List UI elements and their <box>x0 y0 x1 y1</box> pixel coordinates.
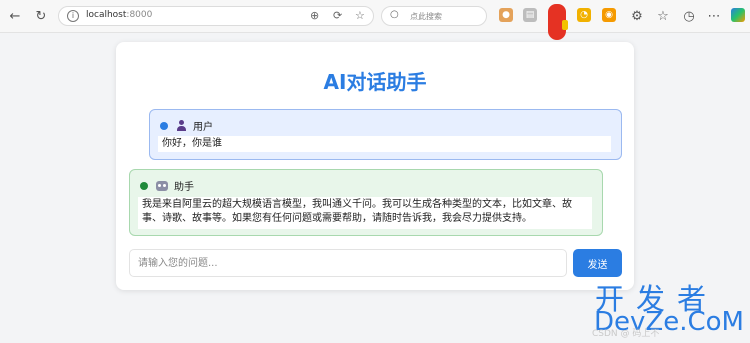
user-avatar-icon <box>176 120 187 131</box>
question-input[interactable] <box>129 249 567 277</box>
browser-search-placeholder: 点此搜索 <box>410 12 442 21</box>
red-marker-icon <box>548 4 568 40</box>
message-header: 助手 <box>140 178 194 193</box>
chat-card: AI对话助手 用户 你好，你是谁 助手 我是来自阿里云的超大规模语言模型，我叫通… <box>116 42 634 290</box>
message-header: 用户 <box>160 118 213 133</box>
watermark: 开发者 DevZe.CoM CSDN @ 码上不 <box>592 276 750 343</box>
extension-icon-3[interactable]: ◔ <box>577 8 591 22</box>
status-dot <box>160 121 168 130</box>
favorite-star-icon[interactable]: ☆ <box>355 9 365 22</box>
search-icon: ○ <box>390 9 399 20</box>
address-bar[interactable]: i localhost:8000 ⊕ ⟳ ☆ <box>58 6 374 26</box>
browser-search-box[interactable]: ○ 点此搜索 <box>381 6 487 26</box>
refresh-icon[interactable]: ↻ <box>32 7 50 25</box>
browser-toolbar: ← ↻ i localhost:8000 ⊕ ⟳ ☆ ○ 点此搜索 ● ▤ ◔ … <box>0 0 750 40</box>
send-button[interactable]: 发送 <box>573 249 622 277</box>
sender-label: 助手 <box>174 182 194 193</box>
site-info-icon[interactable]: i <box>67 10 79 22</box>
watermark-faint: CSDN @ 码上不 <box>592 329 660 339</box>
message-text: 我是来自阿里云的超大规模语言模型，我叫通义千问。我可以生成各种类型的文本，比如文… <box>138 197 592 229</box>
assistant-message: 助手 我是来自阿里云的超大规模语言模型，我叫通义千问。我可以生成各种类型的文本，… <box>129 169 603 236</box>
extension-icon-1[interactable]: ● <box>499 8 513 22</box>
favorites-icon[interactable]: ☆ <box>654 7 672 25</box>
user-message: 用户 你好，你是谁 <box>149 109 622 160</box>
history-icon[interactable]: ◷ <box>680 7 698 25</box>
message-text: 你好，你是谁 <box>158 136 611 152</box>
extensions-puzzle-icon[interactable]: ⚙ <box>628 7 646 25</box>
copilot-icon[interactable] <box>731 8 745 22</box>
address-url: localhost:8000 <box>86 10 153 20</box>
reader-icon[interactable]: ⟳ <box>333 9 342 22</box>
sender-label: 用户 <box>193 122 213 133</box>
extension-icon-4[interactable]: ◉ <box>602 8 616 22</box>
status-dot <box>140 181 148 190</box>
more-menu-icon[interactable]: ⋯ <box>705 7 723 25</box>
extension-icon-2[interactable]: ▤ <box>523 8 537 22</box>
robot-avatar-icon <box>156 180 168 191</box>
zoom-icon[interactable]: ⊕ <box>310 9 319 22</box>
back-icon[interactable]: ← <box>6 7 24 25</box>
page-title: AI对话助手 <box>323 70 427 94</box>
